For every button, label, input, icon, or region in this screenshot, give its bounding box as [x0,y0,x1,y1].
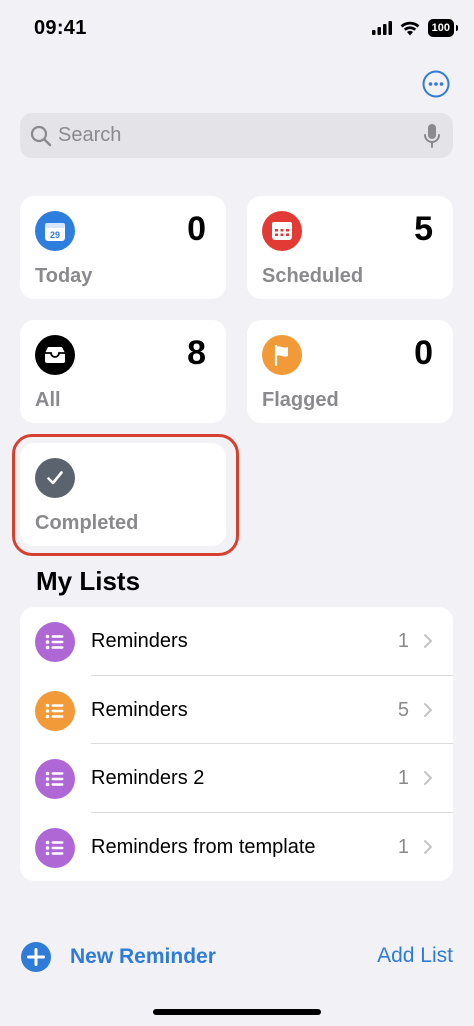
list-bullet-icon [35,690,75,731]
status-time: 09:41 [34,17,87,39]
list-item[interactable]: Reminders 5 [20,676,453,744]
list-item-name: Reminders [91,698,188,721]
list-item-name: Reminders [91,630,188,652]
add-list-button[interactable]: Add List [377,944,453,968]
home-indicator[interactable] [153,1009,321,1015]
chevron-right-icon [424,702,432,717]
tray-icon [35,335,75,375]
chevron-right-icon [424,634,432,648]
flagged-count: 0 [414,334,433,372]
scheduled-count: 5 [414,210,433,248]
smart-list-all[interactable]: 8 All [20,320,226,423]
all-label: All [35,389,61,411]
smart-list-flagged[interactable]: 0 Flagged [247,320,453,423]
calendar-icon: 29 [35,211,75,251]
list-bullet-icon [35,622,75,662]
new-reminder-label: New Reminder [70,945,216,968]
list-item-count: 1 [397,767,409,789]
list-item-name: Reminders from template [91,835,316,858]
search-bar[interactable] [20,113,453,158]
list-item-count: 1 [397,835,409,858]
list-item[interactable]: Reminders 1 [20,607,453,676]
microphone-icon[interactable] [423,123,441,149]
calendar-day-text: 29 [50,230,60,240]
cellular-signal-icon [371,21,392,35]
smart-list-scheduled[interactable]: 5 Scheduled [247,196,453,299]
status-bar: 09:41 100 [0,0,474,56]
list-bullet-icon [35,759,75,799]
status-icons: 100 [371,19,459,37]
scheduled-label: Scheduled [262,265,364,287]
new-reminder-button[interactable]: New Reminder [20,941,216,973]
list-item-name: Reminders 2 [91,767,205,789]
search-input[interactable] [58,115,423,156]
highlight-annotation [12,434,239,556]
all-count: 8 [187,334,206,372]
today-label: Today [35,265,93,287]
chevron-right-icon [424,771,432,785]
more-options-icon[interactable] [422,70,450,98]
chevron-right-icon [424,839,432,854]
search-icon [30,125,52,146]
plus-circle-icon [21,942,51,972]
smart-list-today[interactable]: 29 0 Today [20,196,226,299]
my-lists-card: Reminders 1 Reminders 5 Reminders 2 1 Re… [20,607,453,881]
list-item-count: 5 [397,698,409,721]
flagged-label: Flagged [262,389,339,411]
today-count: 0 [187,210,206,248]
list-item-count: 1 [397,630,409,652]
flag-icon [262,335,302,375]
list-bullet-icon [35,827,75,868]
bottom-toolbar: New Reminder Add List [0,935,474,979]
wifi-icon [400,21,420,35]
list-item[interactable]: Reminders from template 1 [20,813,453,882]
battery-indicator: 100 [427,19,459,37]
list-item[interactable]: Reminders 2 1 [20,744,453,813]
my-lists-title: My Lists [36,566,141,596]
calendar-grid-icon [262,211,302,251]
